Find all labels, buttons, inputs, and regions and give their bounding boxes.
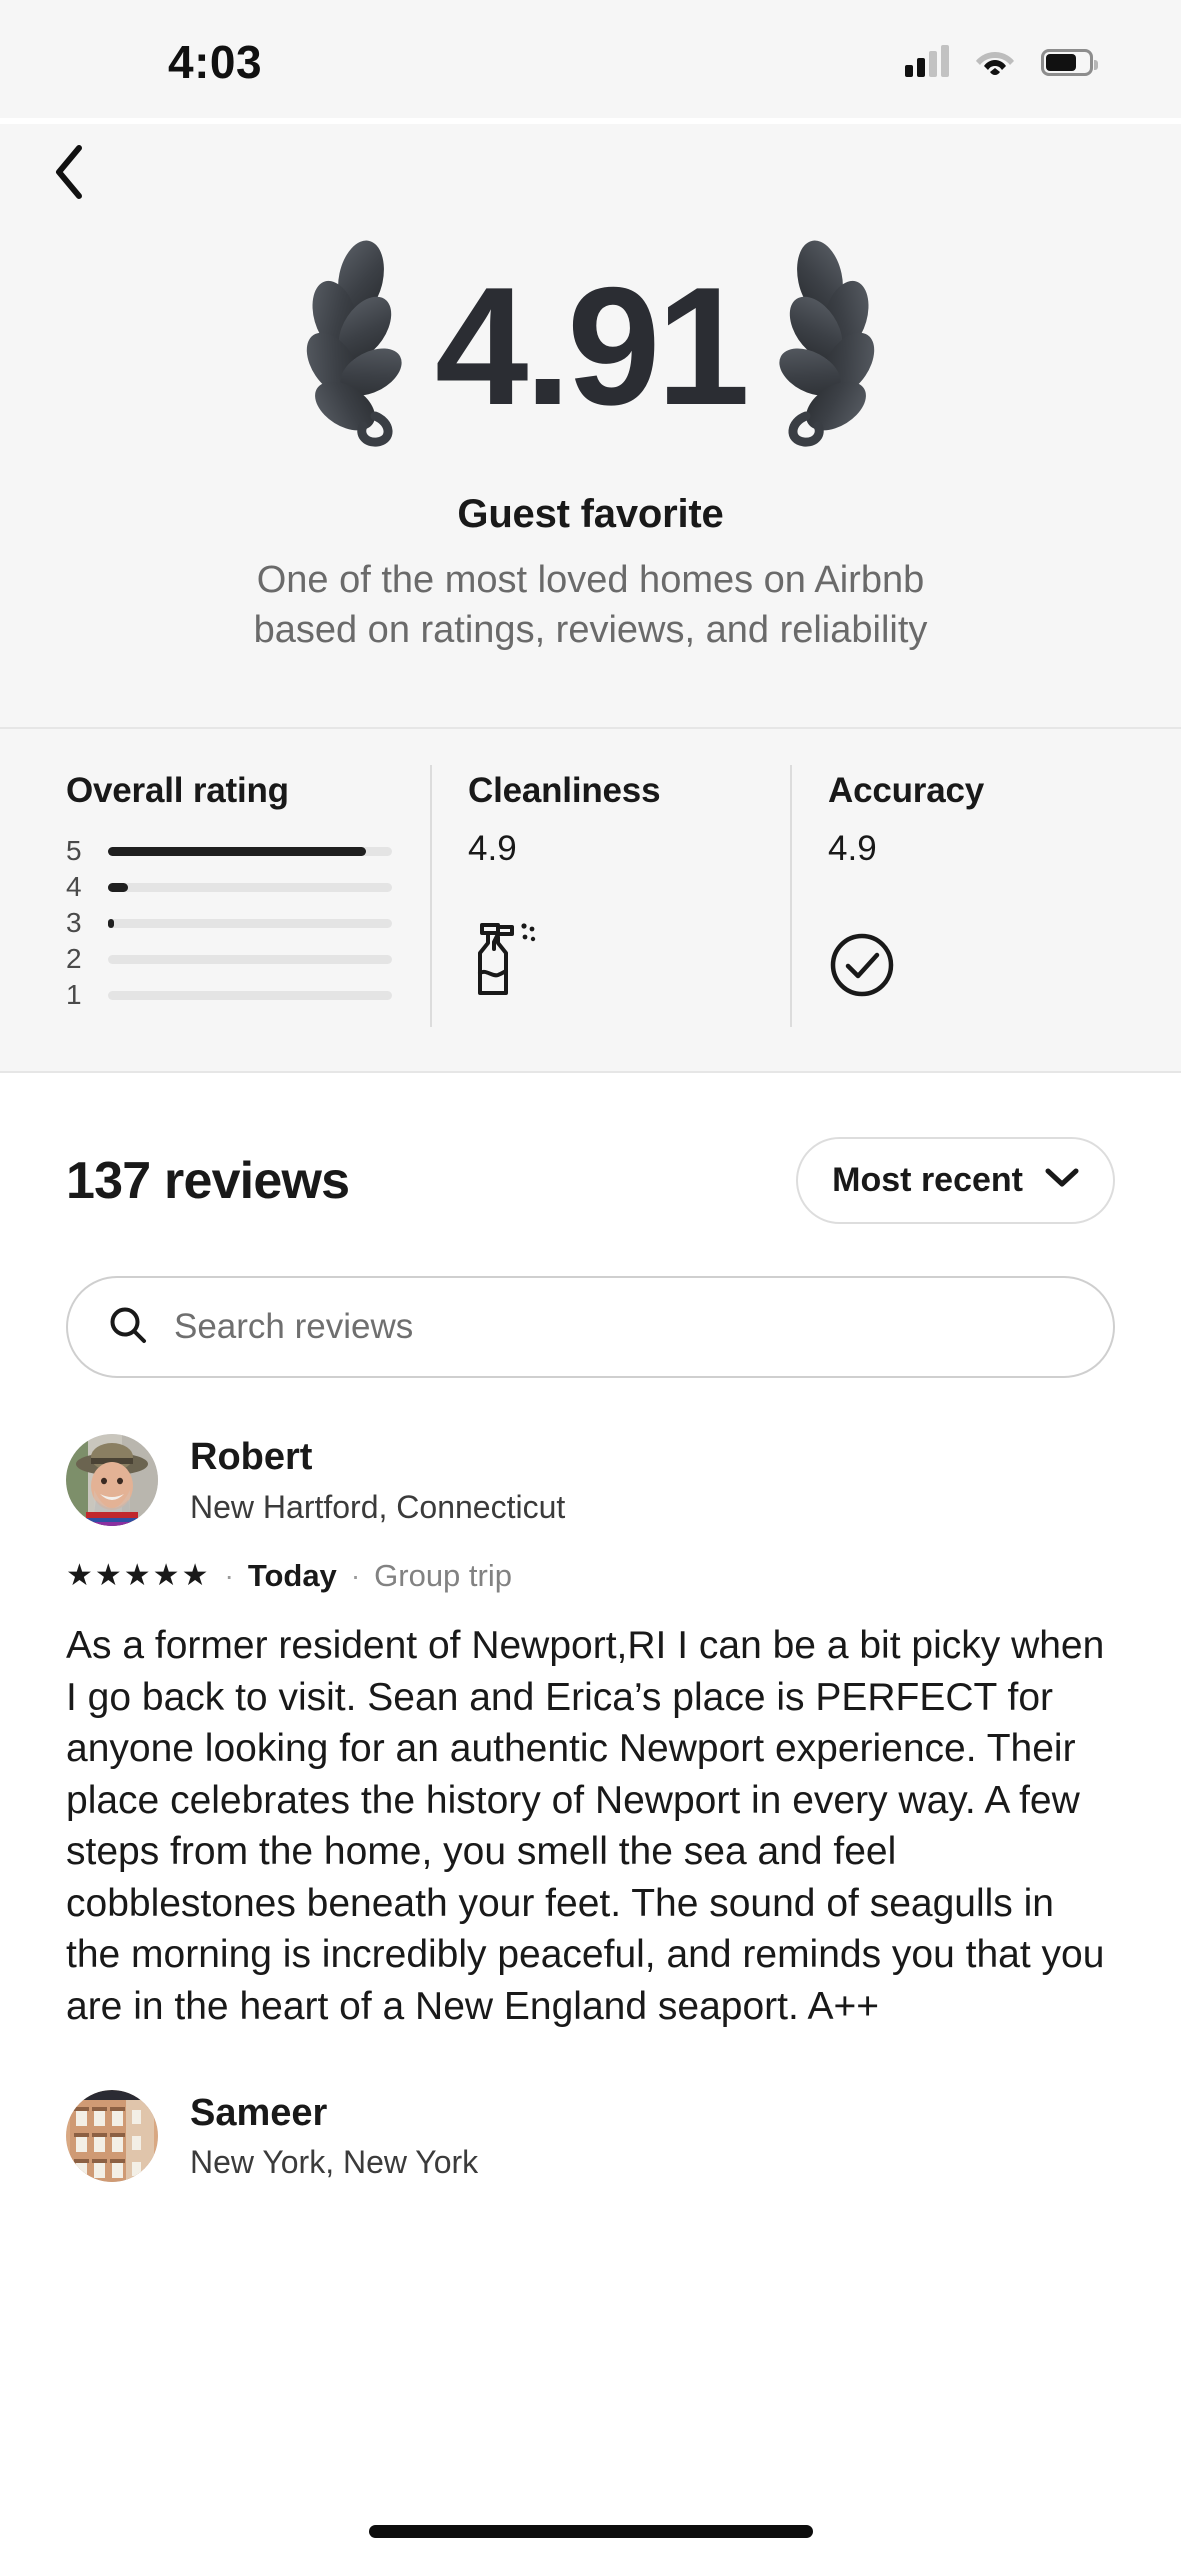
accuracy-value: 4.9 [828,829,877,869]
review-author-meta: Robert New Hartford, Connecticut [190,1435,565,1526]
rating-score-row: 4.91 [0,236,1181,456]
overall-rating-bars: 5 4 3 2 1 [66,835,392,1011]
home-indicator [368,2525,813,2538]
rating-bar-fill [108,882,128,892]
rating-categories-strip: Overall rating 5 4 3 2 1 Cleanliness 4.9… [0,727,1181,1074]
rating-bar-row: 1 [66,979,392,1011]
status-bar-icons [905,45,1098,80]
review-star-rating: ★★★★★ [66,1559,211,1593]
laurel-leaf-left-icon [273,236,423,456]
battery-icon [1041,48,1098,76]
avatar-photo-brownstone-building [66,2090,158,2183]
avatar[interactable] [66,1434,158,1527]
accuracy-rating-card: Accuracy 4.9 [790,765,1150,1028]
rating-bar-label: 1 [66,979,82,1011]
review-body-text: As a former resident of Newport,RI I can… [66,1624,1105,2028]
review-author-header[interactable]: Sameer New York, New York [66,2090,1115,2183]
search-reviews-input[interactable]: Search reviews [66,1276,1115,1379]
rating-bar-row: 3 [66,907,392,939]
review-author-meta: Sameer New York, New York [190,2091,478,2182]
review-author-location: New Hartford, Connecticut [190,1488,566,1525]
sort-reviews-button[interactable]: Most recent [796,1137,1115,1225]
search-icon [108,1305,148,1350]
spray-bottle-icon [468,923,752,1001]
review-author-header[interactable]: Robert New Hartford, Connecticut [66,1434,1115,1527]
reviews-count-label: 137 reviews [66,1151,350,1210]
review-author-name: Robert [190,1436,313,1479]
check-circle-icon [828,927,1112,1001]
avatar[interactable] [66,2090,158,2183]
rating-bar-row: 4 [66,871,392,903]
rating-bar-track [108,882,392,892]
rating-bar-label: 3 [66,907,82,939]
sort-reviews-label: Most recent [832,1161,1023,1200]
rating-bar-track [108,990,392,1000]
review-card: Sameer New York, New York [66,2032,1115,2183]
cleanliness-value: 4.9 [468,829,517,869]
review-author-location: New York, New York [190,2144,479,2181]
review-card: Robert New Hartford, Connecticut ★★★★★ ·… [66,1378,1115,2032]
status-bar: 4:03 [0,0,1181,118]
hero-inner: 4.91 Guest favorite One of the most love… [0,220,1181,655]
laurel-leaf-right-icon [758,236,908,456]
status-bar-time: 4:03 [168,36,263,88]
app-screen: 4:03 4.91 Guest favorite One of the most… [0,0,1181,2560]
rating-bar-fill [108,846,367,856]
overall-rating-title: Overall rating [66,771,289,811]
cleanliness-title: Cleanliness [468,771,661,811]
rating-bar-track [108,918,392,928]
accuracy-title: Accuracy [828,771,985,811]
overall-rating-card: Overall rating 5 4 3 2 1 [0,771,430,1017]
rating-bar-fill [108,918,114,928]
rating-bar-track [108,954,392,964]
guest-favorite-subtitle: One of the most loved homes on Airbnb ba… [211,555,971,655]
review-meta-row: ★★★★★ · Today · Group trip [66,1558,1115,1594]
rating-bar-label: 2 [66,943,82,975]
review-trip-type: Group trip [374,1558,512,1594]
rating-bar-label: 4 [66,871,82,903]
cleanliness-rating-card: Cleanliness 4.9 [430,765,790,1028]
review-meta-separator: · [224,1560,234,1592]
chevron-down-icon [1045,1167,1079,1194]
guest-favorite-title: Guest favorite [457,492,724,536]
reviews-header: 137 reviews Most recent [66,1073,1115,1225]
review-author-name: Sameer [190,2091,328,2134]
review-meta-separator: · [350,1560,361,1592]
rating-bar-track [108,846,392,856]
rating-score-value: 4.91 [435,252,750,440]
wifi-icon [975,45,1015,80]
search-reviews-placeholder: Search reviews [174,1307,414,1347]
reviews-section: 137 reviews Most recent Search reviews R… [0,1073,1181,2183]
chevron-left-icon [56,145,82,199]
back-button[interactable] [22,124,118,220]
hero-section: 4.91 Guest favorite One of the most love… [0,124,1181,728]
review-date: Today [247,1558,337,1594]
rating-bar-row: 5 [66,835,392,867]
subtitle-line-2: based on ratings, reviews, and reliabili… [253,609,928,652]
rating-bar-row: 2 [66,943,392,975]
avatar-photo-man-in-hat [66,1434,158,1527]
rating-bar-label: 5 [66,835,82,867]
cellular-signal-icon [905,45,949,77]
subtitle-line-1: One of the most loved homes on Airbnb [256,559,925,601]
